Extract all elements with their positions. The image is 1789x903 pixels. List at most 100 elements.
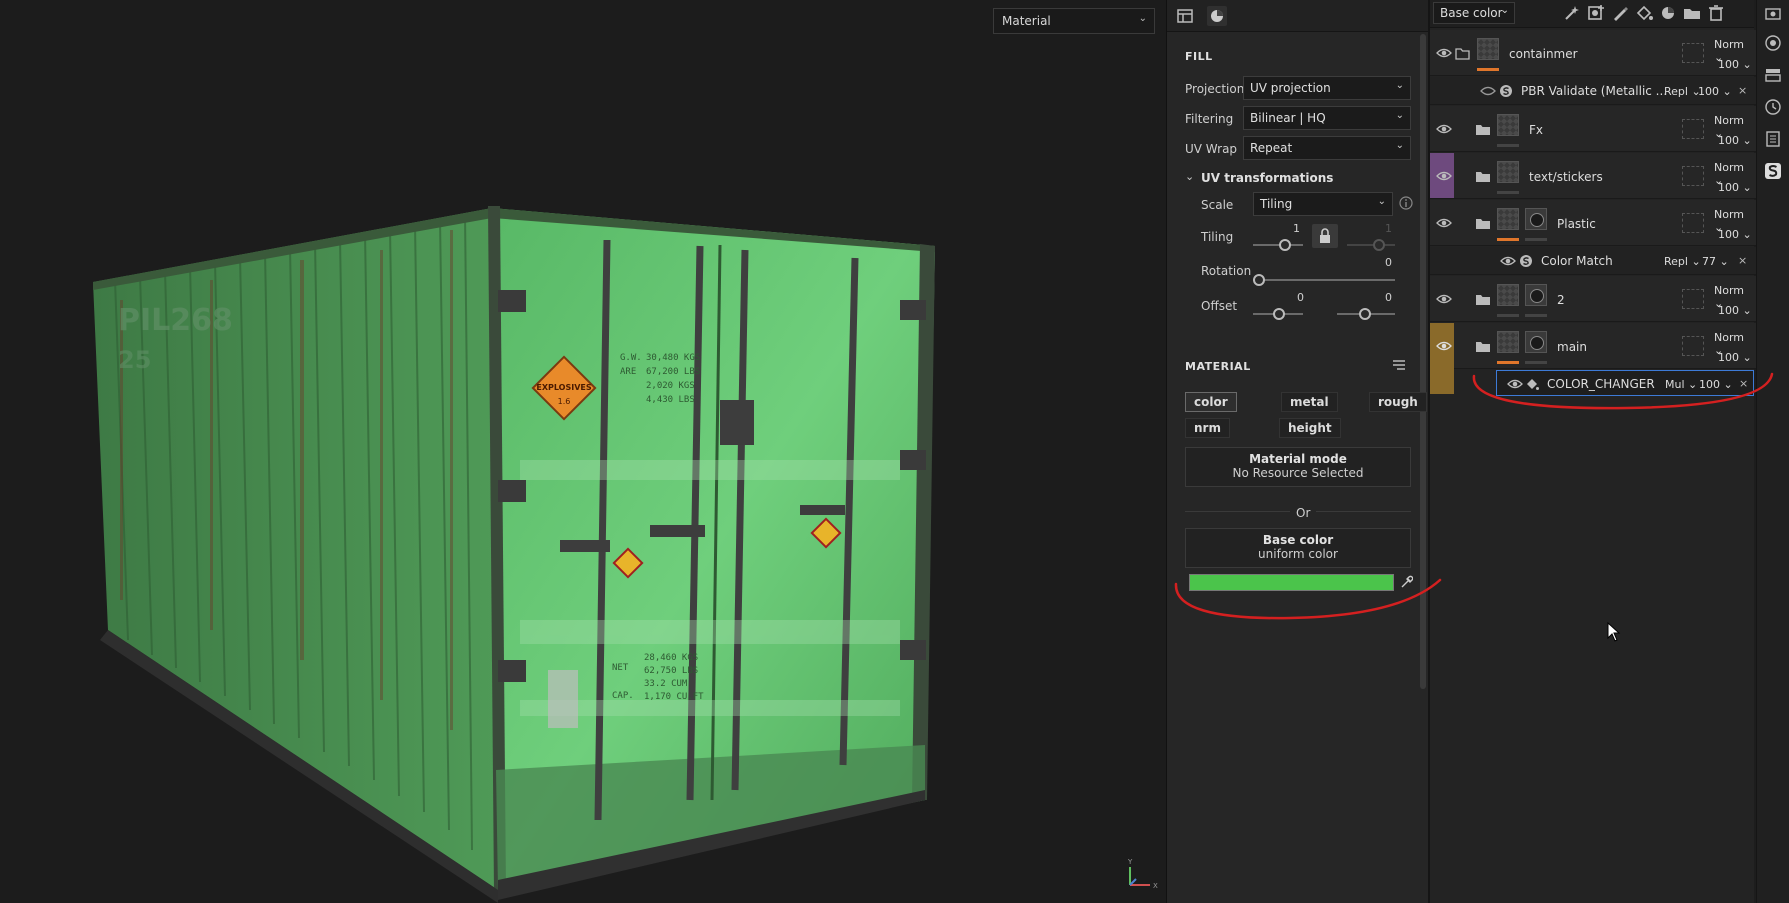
layer-mask-slot[interactable] [1682,43,1704,63]
spec-left-1: ARE [620,367,636,377]
layer-row-color-changer[interactable]: COLOR_CHANGER Mul ⌄ 100 ⌄ × [1496,370,1754,396]
eye-icon[interactable] [1436,170,1452,182]
layer-opacity[interactable]: 100 ⌄ [1718,304,1752,317]
projection-dropdown[interactable]: UV projection ⌄ [1243,76,1411,100]
add-effect-icon[interactable] [1562,3,1582,23]
eye-closed-icon[interactable] [1480,85,1496,97]
layer-mask-slot[interactable] [1682,289,1704,309]
add-mask-icon[interactable] [1586,3,1606,23]
layer-row-plastic[interactable]: Plastic Norm ⌄ 100 ⌄ [1430,200,1756,246]
layer-mask-thumbnail[interactable] [1525,284,1547,306]
layer-opacity[interactable]: 100 ⌄ [1718,181,1752,194]
layer-mask-slot[interactable] [1682,166,1704,186]
uvtrans-title[interactable]: UV transformations [1201,171,1333,185]
layer-opacity[interactable]: 100 ⌄ [1718,58,1752,71]
channel-chip-nrm[interactable]: nrm [1185,418,1230,438]
layer-row-2[interactable]: 2 Norm ⌄ 100 ⌄ [1430,276,1756,322]
delete-layer-icon[interactable] [1706,3,1726,23]
tiling-slider-1[interactable] [1253,238,1303,252]
layer-row-text-stickers[interactable]: text/stickers Norm ⌄ 100 ⌄ [1430,153,1756,199]
remove-effect-icon[interactable]: × [1739,377,1748,390]
channel-chip-rough[interactable]: rough [1369,392,1427,412]
layer-blend-mode[interactable]: Repl ⌄ [1664,85,1701,98]
tiling-label: Tiling [1201,230,1234,244]
remove-effect-icon[interactable]: × [1738,84,1747,97]
layer-opacity[interactable]: 77 ⌄ [1702,255,1729,268]
eye-icon[interactable] [1436,217,1452,229]
layer-mask-slot[interactable] [1682,119,1704,139]
layer-opacity[interactable]: 100 ⌄ [1718,351,1752,364]
base-color-box[interactable]: Base color uniform color [1185,528,1411,568]
substance-s-icon[interactable] [1764,162,1782,180]
material-section-title: MATERIAL [1185,360,1251,373]
layer-row-containmer[interactable]: containmer Norm ⌄ 100 ⌄ [1430,30,1756,76]
scale-dropdown[interactable]: Tiling ⌄ [1253,192,1393,216]
folder-icon[interactable] [1475,217,1491,230]
eye-icon[interactable] [1436,293,1452,305]
viewport-mode-select[interactable]: Material ⌄ [993,8,1155,34]
paint-layer-icon[interactable] [1610,3,1630,23]
channel-chip-height[interactable]: height [1279,418,1341,438]
spec2-right-1: 62,750 LBS [644,666,698,676]
channel-select[interactable]: Base color ⌄ [1433,2,1515,24]
channel-chip-color[interactable]: color [1185,392,1237,412]
layer-mask-slot[interactable] [1682,213,1704,233]
channel-chip-metal[interactable]: metal [1281,392,1338,412]
material-tab-icon[interactable] [1207,6,1227,26]
layer-row-fx[interactable]: Fx Norm ⌄ 100 ⌄ [1430,106,1756,152]
layer-opacity[interactable]: 100 ⌄ [1718,134,1752,147]
spec-right-1: 67,200 LBS [646,367,700,377]
layer-underbar [1497,191,1519,194]
filtering-label: Filtering [1185,112,1234,126]
log-icon[interactable] [1764,130,1782,148]
uvwrap-dropdown[interactable]: Repeat ⌄ [1243,136,1411,160]
3d-viewport[interactable]: EXPLOSIVES 1.6 G.W. ARE 30,480 KGS 67,20… [0,0,1166,903]
folder-icon[interactable] [1475,293,1491,306]
material-menu-icon[interactable] [1391,358,1407,372]
eye-icon[interactable] [1436,123,1452,135]
material-mode-box[interactable]: Material mode No Resource Selected [1185,447,1411,487]
add-folder-icon[interactable] [1682,3,1702,23]
layer-name: PBR Validate (Metallic ... [1521,84,1668,98]
offset-slider-1[interactable] [1253,307,1303,321]
filtering-dropdown[interactable]: Bilinear | HQ ⌄ [1243,106,1411,130]
rotation-slider[interactable] [1253,273,1395,287]
tiling-slider-2[interactable] [1347,238,1395,252]
eyedropper-icon[interactable] [1399,574,1413,590]
layer-blend-mode[interactable]: Mul ⌄ [1665,378,1697,391]
folder-icon[interactable] [1475,123,1491,136]
eye-icon[interactable] [1436,47,1452,59]
layer-opacity[interactable]: 100 ⌄ [1718,228,1752,241]
layer-mask-thumbnail[interactable] [1525,331,1547,353]
layer-mask-thumbnail[interactable] [1525,208,1547,230]
uvwrap-value: Repeat [1250,141,1293,155]
explosives-label: EXPLOSIVES [536,383,592,392]
folder-open-icon[interactable] [1455,47,1471,60]
folder-icon[interactable] [1475,340,1491,353]
eye-icon[interactable] [1436,340,1452,352]
uvtrans-collapse-icon[interactable]: ⌄ [1185,170,1194,183]
eye-icon[interactable] [1507,378,1523,390]
display-settings-icon[interactable] [1764,34,1782,52]
info-icon[interactable] [1399,196,1413,210]
layer-row-main[interactable]: main Norm ⌄ 100 ⌄ [1430,323,1756,394]
layer-opacity[interactable]: 100 ⌄ [1698,85,1732,98]
layer-blend-mode[interactable]: Repl ⌄ [1664,255,1701,268]
layer-row-color-match[interactable]: Color Match Repl ⌄ 77 ⌄ × [1430,247,1756,275]
tiling-lock-button[interactable] [1312,224,1338,248]
camera-icon[interactable] [1764,4,1782,22]
properties-tab-icon[interactable] [1175,6,1195,26]
layer-opacity[interactable]: 100 ⌄ [1699,378,1733,391]
history-icon[interactable] [1764,98,1782,116]
properties-scrollbar[interactable] [1420,34,1426,689]
shelf-icon[interactable] [1764,66,1782,84]
folder-icon[interactable] [1475,170,1491,183]
base-color-swatch[interactable] [1189,574,1394,591]
layer-row-pbr-validate[interactable]: PBR Validate (Metallic ... Repl ⌄ 100 ⌄ … [1430,77,1756,105]
fill-layer-icon[interactable] [1634,3,1654,23]
smart-material-icon[interactable] [1658,3,1678,23]
layer-mask-slot[interactable] [1682,336,1704,356]
remove-effect-icon[interactable]: × [1738,254,1747,267]
eye-icon[interactable] [1500,255,1516,267]
offset-slider-2[interactable] [1337,307,1395,321]
